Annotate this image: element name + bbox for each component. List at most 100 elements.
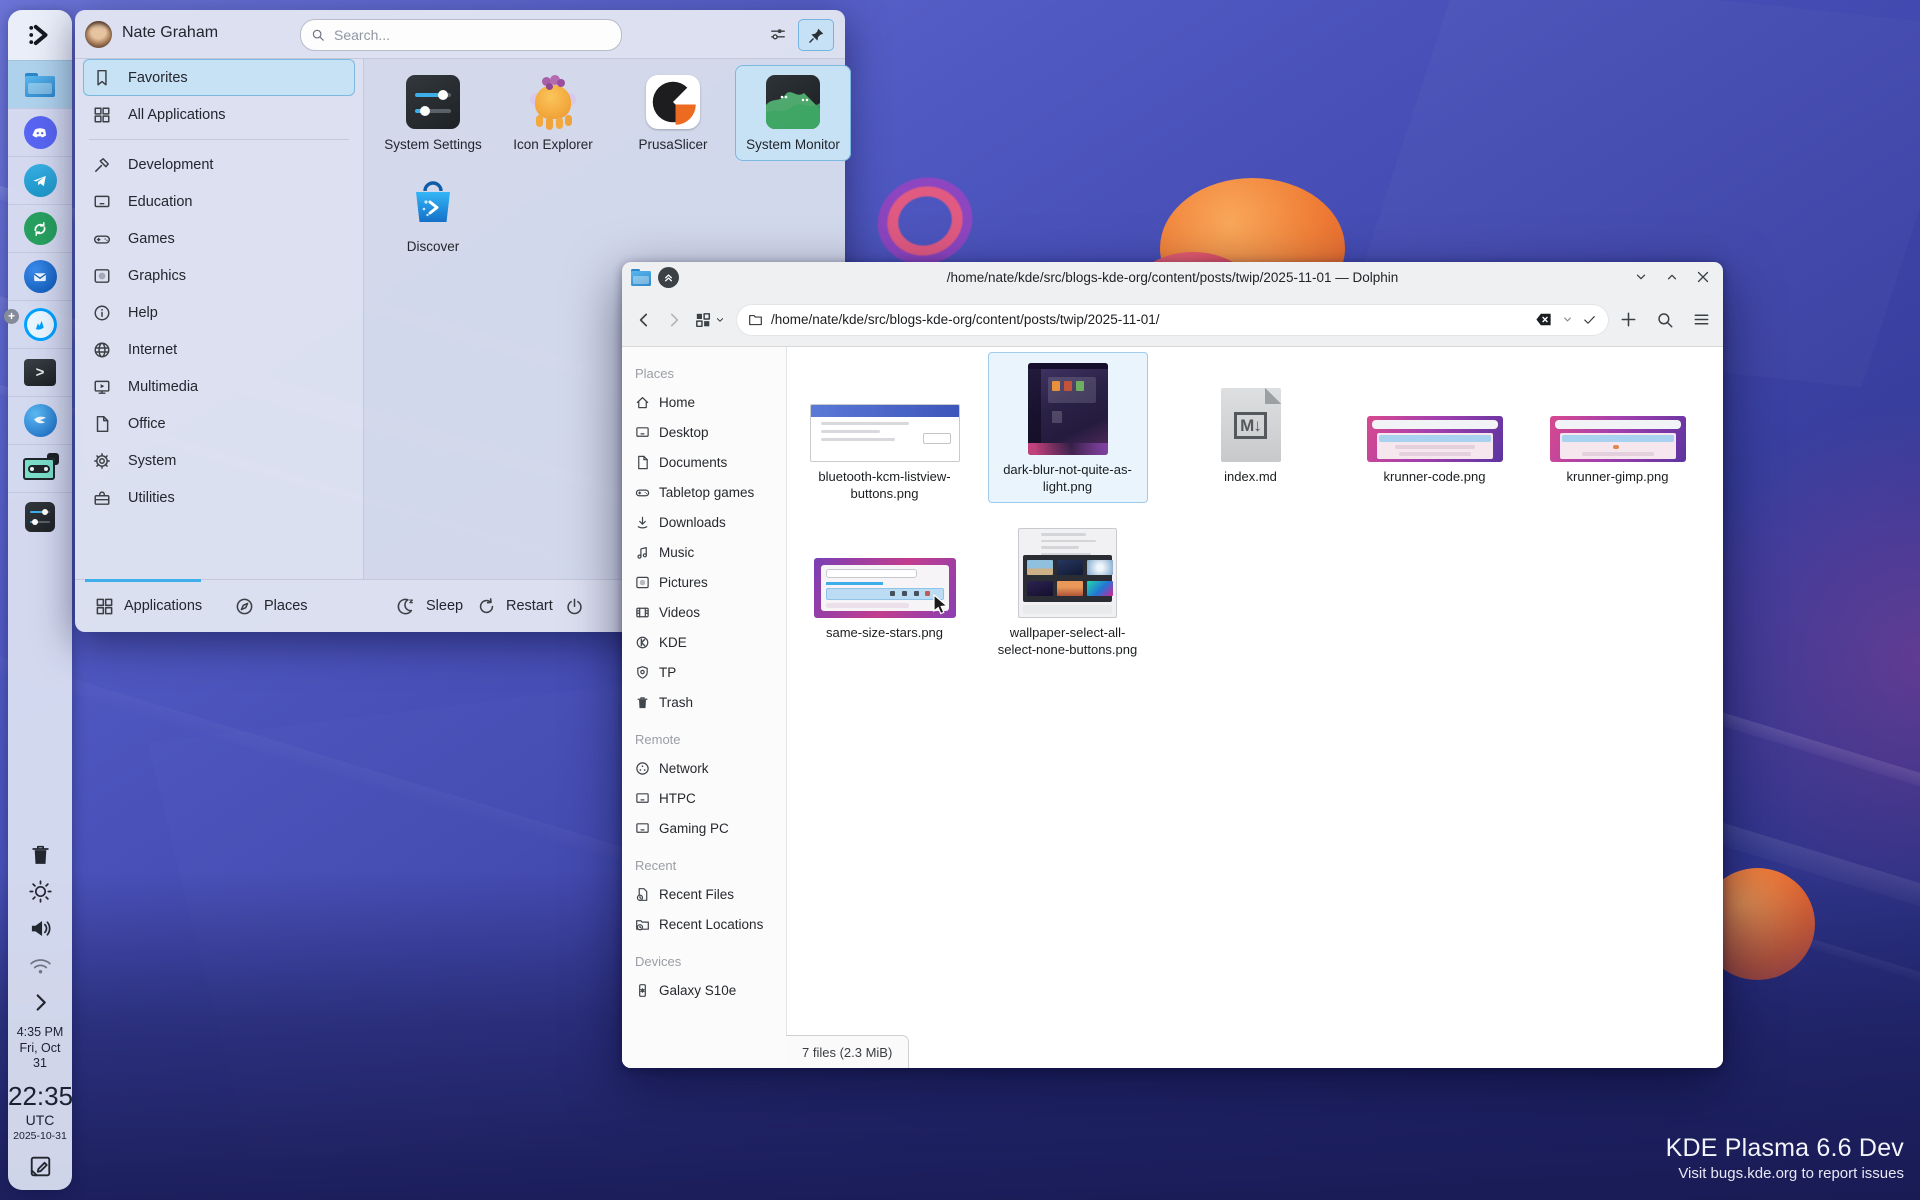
clear-text-icon[interactable] <box>1534 310 1553 329</box>
compass-icon <box>235 597 254 616</box>
app-icon-explorer[interactable]: Icon Explorer <box>495 65 611 161</box>
sidebar-item-help[interactable]: Help <box>83 294 355 331</box>
app-prusaslicer[interactable]: PrusaSlicer <box>615 65 731 161</box>
location-bar[interactable]: /home/nate/kde/src/blogs-kde-org/content… <box>736 303 1609 336</box>
sidebar-item-utilities[interactable]: Utilities <box>83 479 355 516</box>
hamburger-menu-button[interactable] <box>1692 310 1711 329</box>
sidebar-item-education[interactable]: Education <box>83 183 355 220</box>
brightness-icon[interactable] <box>28 879 53 904</box>
tab-applications[interactable]: Applications <box>95 580 202 632</box>
search-button[interactable] <box>1656 311 1674 329</box>
place-music[interactable]: Music <box>622 537 786 567</box>
user-avatar[interactable] <box>85 21 112 48</box>
digital-clock[interactable]: 4:35 PM Fri, Oct 31 22:35 UTC 2025-10-31 <box>8 1025 73 1143</box>
librewolf-icon <box>23 308 57 341</box>
volume-icon[interactable] <box>28 916 53 941</box>
monitor-icon <box>635 821 650 836</box>
trash-icon[interactable] <box>28 842 53 867</box>
sticky-note-widget[interactable] <box>8 1153 72 1190</box>
sidebar-item-games[interactable]: Games <box>83 220 355 257</box>
toolbox-icon <box>93 489 111 507</box>
app-system-settings[interactable]: System Settings <box>375 65 491 161</box>
place-gaming-pc[interactable]: Gaming PC <box>622 813 786 843</box>
configure-button[interactable] <box>761 19 795 49</box>
place-htpc[interactable]: HTPC <box>622 783 786 813</box>
hammer-icon <box>93 156 111 174</box>
network-icon[interactable] <box>28 953 53 978</box>
file-bluetooth-kcm-listview-buttons[interactable]: bluetooth-kcm-listview-buttons.png <box>805 359 965 510</box>
place-videos[interactable]: Videos <box>622 597 786 627</box>
expand-tray-icon[interactable] <box>28 990 53 1015</box>
keep-above-button[interactable] <box>658 267 679 288</box>
search-input[interactable] <box>332 26 611 44</box>
view-mode-button[interactable] <box>694 311 726 329</box>
view-grid-icon <box>694 311 712 329</box>
sidebar-item-all-applications[interactable]: All Applications <box>83 96 355 133</box>
split-add-button[interactable] <box>1619 310 1638 329</box>
file-wallpaper-select-all-select-none-buttons[interactable]: wallpaper-select-all-select-none-buttons… <box>988 515 1148 666</box>
place-desktop[interactable]: Desktop <box>622 417 786 447</box>
sidebar-item-system[interactable]: System <box>83 442 355 479</box>
folder-view[interactable]: bluetooth-kcm-listview-buttons.png dark-… <box>787 347 1723 1068</box>
file-krunner-code[interactable]: krunner-code.png <box>1355 359 1515 493</box>
tab-places[interactable]: Places <box>235 580 308 632</box>
file-same-size-stars[interactable]: same-size-stars.png <box>805 515 965 649</box>
close-button[interactable] <box>1695 269 1711 285</box>
gear-icon <box>93 452 111 470</box>
sidebar-item-multimedia[interactable]: Multimedia <box>83 368 355 405</box>
shutdown-button[interactable] <box>565 580 594 632</box>
restart-button[interactable]: Restart <box>477 580 553 632</box>
place-trash[interactable]: Trash <box>622 687 786 717</box>
task-thunderbird[interactable] <box>8 252 72 300</box>
place-network[interactable]: Network <box>622 753 786 783</box>
file-thumbnail <box>1027 363 1108 455</box>
file-thumbnail <box>1018 528 1117 618</box>
forward-button[interactable] <box>664 310 684 330</box>
task-telegram[interactable] <box>8 156 72 204</box>
maximize-button[interactable] <box>1664 269 1680 285</box>
task-cassette-player[interactable] <box>8 444 72 492</box>
task-dolphin[interactable] <box>8 60 72 108</box>
app-discover[interactable]: Discover <box>375 167 491 263</box>
sidebar-item-graphics[interactable]: Graphics <box>83 257 355 294</box>
app-system-monitor[interactable]: System Monitor <box>735 65 851 161</box>
launcher-sidebar: Favorites All Applications Development E… <box>75 59 363 580</box>
task-blue-bird-app[interactable] <box>8 396 72 444</box>
back-button[interactable] <box>634 310 654 330</box>
minimize-button[interactable] <box>1633 269 1649 285</box>
monitor-icon <box>635 791 650 806</box>
place-tabletop-games[interactable]: Tabletop games <box>622 477 786 507</box>
place-recent-files[interactable]: Recent Files <box>622 879 786 909</box>
task-system-settings[interactable] <box>8 492 72 540</box>
launcher-search-field[interactable] <box>300 19 622 51</box>
place-kde[interactable]: KDE <box>622 627 786 657</box>
place-tp[interactable]: TP <box>622 657 786 687</box>
task-discord[interactable] <box>8 108 72 156</box>
task-konsole[interactable]: > <box>8 348 72 396</box>
pin-button[interactable] <box>798 19 834 51</box>
sidebar-item-office[interactable]: Office <box>83 405 355 442</box>
sidebar-item-internet[interactable]: Internet <box>83 331 355 368</box>
place-documents[interactable]: Documents <box>622 447 786 477</box>
place-galaxy-s10e[interactable]: Galaxy S10e <box>622 975 786 1005</box>
globe-icon <box>93 341 111 359</box>
image-icon <box>635 575 650 590</box>
sleep-button[interactable]: Sleep <box>397 580 463 632</box>
task-librewolf[interactable]: + <box>4 300 72 348</box>
chevron-down-icon[interactable] <box>1561 313 1574 326</box>
place-recent-locations[interactable]: Recent Locations <box>622 909 786 939</box>
sidebar-item-favorites[interactable]: Favorites <box>83 59 355 96</box>
moon-icon <box>397 597 416 616</box>
place-pictures[interactable]: Pictures <box>622 567 786 597</box>
task-sync-app[interactable] <box>8 204 72 252</box>
confirm-icon[interactable] <box>1582 312 1597 327</box>
titlebar[interactable]: /home/nate/kde/src/blogs-kde-org/content… <box>622 262 1723 293</box>
file-dark-blur-not-quite-as-light[interactable]: dark-blur-not-quite-as-light.png <box>987 352 1148 503</box>
file-krunner-gimp[interactable]: krunner-gimp.png <box>1538 359 1698 493</box>
place-home[interactable]: Home <box>622 387 786 417</box>
sidebar-item-development[interactable]: Development <box>83 146 355 183</box>
file-index-md[interactable]: M↓ index.md <box>1171 359 1331 493</box>
pin-icon <box>808 27 825 44</box>
place-downloads[interactable]: Downloads <box>622 507 786 537</box>
application-launcher-button[interactable] <box>8 10 72 60</box>
